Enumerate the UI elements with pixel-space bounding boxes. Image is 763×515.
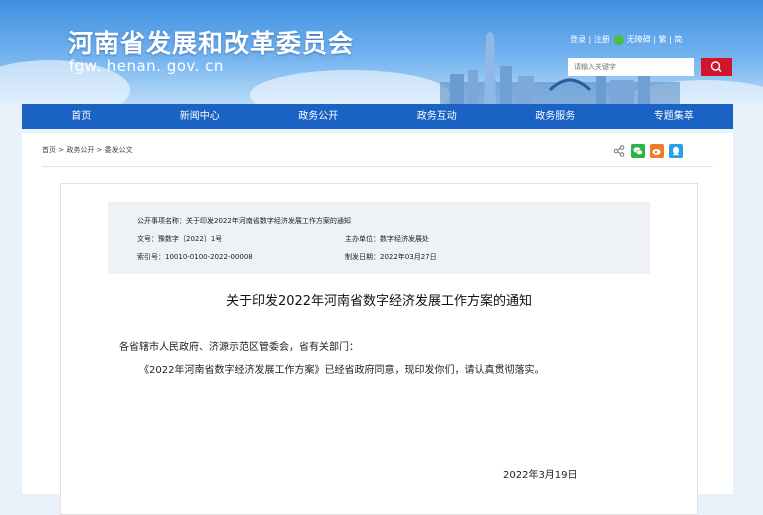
weibo-glyph xyxy=(652,149,661,155)
wechat-icon[interactable] xyxy=(631,144,645,158)
body-paragraph: 《2022年河南省数字经济发展工作方案》已经省政府同意，现印发你们，请认真贯彻落… xyxy=(139,365,545,376)
wechat-glyph xyxy=(633,147,643,156)
site-domain: fgw. henan. gov. cn xyxy=(69,57,224,75)
nav-item-news[interactable]: 新闻中心 xyxy=(141,104,260,129)
document-meta-box: 公开事项名称：关于印发2022年河南省数字经济发展工作方案的通知 文号：豫数字〔… xyxy=(108,202,650,274)
header-banner: 河南省发展和改革委员会 fgw. henan. gov. cn 登录 | 注册 … xyxy=(0,0,763,104)
document-title: 关于印发2022年河南省数字经济发展工作方案的通知 xyxy=(225,294,533,309)
nav-item-topics[interactable]: 专题集萃 xyxy=(615,104,734,129)
content-page: 首页 > 政务公开 > 委发公文 公开事项名称：关于印发2022年河南省数字经济… xyxy=(22,133,733,515)
meta-issue-date: 制发日期：2022年03月27日 xyxy=(345,253,437,261)
breadcrumb[interactable]: 首页 > 政务公开 > 委发公文 xyxy=(42,145,133,155)
divider xyxy=(42,166,713,167)
share-bar xyxy=(612,144,683,158)
search-icon xyxy=(710,61,722,72)
wechat-icon[interactable] xyxy=(613,34,624,45)
separator: | xyxy=(586,35,594,44)
search-input[interactable] xyxy=(568,58,694,76)
qq-glyph xyxy=(673,146,679,156)
main-nav: 首页 新闻中心 政务公开 政务互动 政务服务 专题集萃 xyxy=(22,104,733,129)
separator: | xyxy=(666,35,675,44)
weibo-icon[interactable] xyxy=(650,144,664,158)
simplified-chinese-link[interactable]: 简 xyxy=(674,34,682,45)
document-card: 公开事项名称：关于印发2022年河南省数字经济发展工作方案的通知 文号：豫数字〔… xyxy=(60,183,698,515)
document-date: 2022年3月19日 xyxy=(503,470,578,481)
share-icon[interactable] xyxy=(612,144,626,158)
nav-item-gov-affairs[interactable]: 政务公开 xyxy=(259,104,378,129)
nav-item-services[interactable]: 政务服务 xyxy=(496,104,615,129)
traditional-chinese-link[interactable]: 繁 xyxy=(659,34,667,45)
accessible-link[interactable]: 无障碍 xyxy=(627,34,651,45)
site-title: 河南省发展和改革委员会 xyxy=(68,29,355,58)
meta-item-name: 公开事项名称：关于印发2022年河南省数字经济发展工作方案的通知 xyxy=(137,217,351,225)
search-box xyxy=(568,58,732,76)
meta-doc-number: 文号：豫数字〔2022〕1号 xyxy=(137,235,223,243)
separator: | xyxy=(650,35,659,44)
register-link[interactable]: 注册 xyxy=(594,34,610,45)
login-link[interactable]: 登录 xyxy=(570,34,586,45)
search-button[interactable] xyxy=(701,58,732,76)
top-links: 登录 | 注册 无障碍 | 繁 | 简 xyxy=(570,34,682,45)
body-paragraph: 各省辖市人民政府、济源示范区管委会，省有关部门： xyxy=(119,342,359,353)
qq-icon[interactable] xyxy=(669,144,683,158)
document-body: 各省辖市人民政府、济源示范区管委会，省有关部门： 《2022年河南省数字经济发展… xyxy=(119,336,639,382)
nav-item-interaction[interactable]: 政务互动 xyxy=(378,104,497,129)
meta-index-number: 索引号：10010-0100-2022-00008 xyxy=(137,253,253,261)
nav-item-home[interactable]: 首页 xyxy=(22,104,141,129)
cloud-decoration xyxy=(250,70,450,104)
meta-unit: 主办单位：数字经济发展处 xyxy=(345,235,429,243)
